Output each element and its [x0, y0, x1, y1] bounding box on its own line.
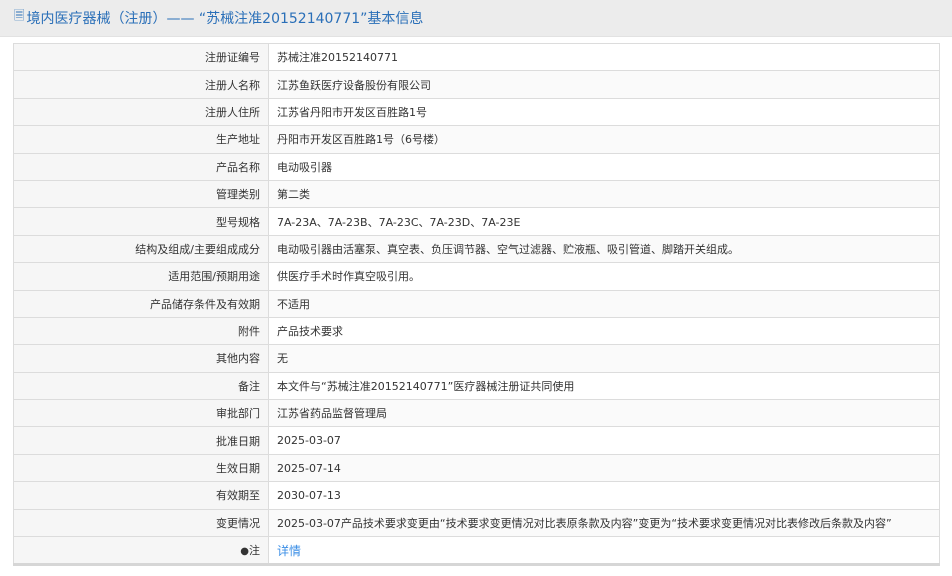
table-row: 备注 本文件与“苏械注准20152140771”医疗器械注册证共同使用 — [13, 371, 940, 401]
row-label: 有效期至 — [13, 481, 269, 510]
row-value: 苏械注准20152140771 — [268, 42, 940, 72]
row-label: 产品储存条件及有效期 — [13, 289, 269, 318]
row-value: 2025-03-07产品技术要求变更由“技术要求变更情况对比表原条款及内容”变更… — [268, 508, 940, 538]
row-label: 结构及组成/主要组成成分 — [13, 234, 269, 264]
table-row: 适用范围/预期用途 供医疗手术时作真空吸引用。 — [13, 262, 940, 291]
page-header: 🗏 境内医疗器械（注册）—— “苏械注准20152140771”基本信息 — [0, 0, 952, 37]
table-row: 注册人名称 江苏鱼跃医疗设备股份有限公司 — [13, 70, 940, 99]
row-value: 江苏省药品监督管理局 — [268, 399, 940, 428]
row-label: 注册证编号 — [13, 42, 269, 72]
table-row: 注册证编号 苏械注准20152140771 — [13, 42, 940, 72]
row-value: 供医疗手术时作真空吸引用。 — [268, 262, 940, 291]
row-value: 江苏鱼跃医疗设备股份有限公司 — [268, 70, 940, 99]
row-label: 其他内容 — [13, 344, 269, 373]
document-icon: 🗏 — [14, 9, 25, 24]
table-row-note: ●注 详情 — [13, 536, 940, 566]
row-value: 产品技术要求 — [268, 316, 940, 346]
row-value: 本文件与“苏械注准20152140771”医疗器械注册证共同使用 — [268, 371, 940, 401]
row-value: 丹阳市开发区百胜路1号（6号楼） — [268, 125, 940, 154]
details-link[interactable]: 详情 — [277, 544, 301, 558]
table-row: 产品名称 电动吸引器 — [13, 152, 940, 181]
table-row: 有效期至 2030-07-13 — [13, 481, 940, 510]
row-label: 型号规格 — [13, 207, 269, 236]
row-value: 2025-07-14 — [268, 453, 940, 483]
row-label: 批准日期 — [13, 426, 269, 455]
table-row: 批准日期 2025-03-07 — [13, 426, 940, 455]
row-value: 2025-03-07 — [268, 426, 940, 455]
page-title: 境内医疗器械（注册）—— “苏械注准20152140771”基本信息 — [26, 11, 424, 27]
table-row: 附件 产品技术要求 — [13, 316, 940, 346]
row-label: 备注 — [13, 371, 269, 401]
info-table: 注册证编号 苏械注准20152140771 注册人名称 江苏鱼跃医疗设备股份有限公司注… — [13, 42, 940, 567]
row-label: 生产地址 — [13, 125, 269, 154]
table-row: 型号规格 7A-23A、7A-23B、7A-23C、7A-23D、7A-23E — [13, 207, 940, 236]
table-row: 产品储存条件及有效期 不适用 — [13, 289, 940, 318]
row-label: 变更情况 — [13, 508, 269, 538]
table-row: 结构及组成/主要组成成分 电动吸引器由活塞泵、真空表、负压调节器、空气过滤器、贮液… — [13, 234, 940, 264]
row-label: 注册人住所 — [13, 97, 269, 127]
table-row: 生产地址 丹阳市开发区百胜路1号（6号楼） — [13, 125, 940, 154]
row-label: 适用范围/预期用途 — [13, 262, 269, 291]
table-row: 生效日期 2025-07-14 — [13, 453, 940, 483]
row-value: 电动吸引器由活塞泵、真空表、负压调节器、空气过滤器、贮液瓶、吸引管道、脚踏开关组… — [268, 234, 940, 264]
row-value: 无 — [268, 344, 940, 373]
row-value: 7A-23A、7A-23B、7A-23C、7A-23D、7A-23E — [268, 207, 940, 236]
row-value: 电动吸引器 — [268, 152, 940, 181]
row-label: 生效日期 — [13, 453, 269, 483]
table-row: 注册人住所 江苏省丹阳市开发区百胜路1号 — [13, 97, 940, 127]
map-pin-icon: ● — [240, 546, 249, 558]
row-value: 不适用 — [268, 289, 940, 318]
row-label: 审批部门 — [13, 399, 269, 428]
row-label: ●注 — [13, 536, 269, 566]
row-value: 2030-07-13 — [268, 481, 940, 510]
table-row: 管理类别 第二类 — [13, 179, 940, 209]
row-label: 管理类别 — [13, 179, 269, 209]
row-value: 第二类 — [268, 179, 940, 209]
note-label: 注 — [249, 544, 260, 558]
row-label: 注册人名称 — [13, 70, 269, 99]
row-label: 产品名称 — [13, 152, 269, 181]
row-label: 附件 — [13, 316, 269, 346]
table-row: 审批部门 江苏省药品监督管理局 — [13, 399, 940, 428]
row-value: 详情 — [268, 536, 940, 566]
table-row: 变更情况 2025-03-07产品技术要求变更由“技术要求变更情况对比表原条款及内… — [13, 508, 940, 538]
row-value: 江苏省丹阳市开发区百胜路1号 — [268, 97, 940, 127]
table-row: 其他内容无 — [13, 344, 940, 373]
